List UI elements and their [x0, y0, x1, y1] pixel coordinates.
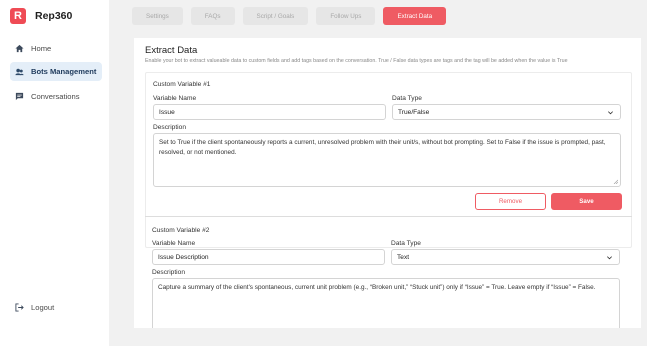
data-type-value: Text: [397, 253, 410, 261]
resize-handle-icon[interactable]: [613, 179, 618, 184]
data-type-label: Data Type: [391, 240, 421, 247]
tab-follow-ups[interactable]: Follow Ups: [316, 7, 376, 25]
tab-faqs[interactable]: FAQs: [190, 7, 235, 25]
save-button[interactable]: Save: [551, 193, 622, 210]
data-type-select[interactable]: True/False: [392, 104, 621, 120]
variable-heading: Custom Variable #2: [152, 227, 210, 234]
sidebar-item-label: Home: [31, 44, 52, 53]
app-logo[interactable]: R Rep360: [10, 8, 72, 24]
data-type-select[interactable]: Text: [391, 249, 620, 265]
logout-icon: [15, 303, 24, 312]
app-name: Rep360: [35, 10, 73, 22]
divider: [145, 216, 632, 217]
chat-icon: [15, 92, 24, 101]
page-title: Extract Data: [145, 45, 198, 56]
description-label: Description: [152, 269, 185, 276]
logout-label: Logout: [31, 303, 55, 312]
variable-name-label: Variable Name: [152, 240, 196, 247]
sidebar-item-bots-management[interactable]: Bots Management: [10, 62, 102, 81]
description-text: Set to True if the client spontaneously …: [159, 139, 606, 156]
tab-bar: Settings FAQs Script / Goals Follow Ups …: [132, 7, 447, 25]
logout-button[interactable]: Logout: [10, 298, 102, 317]
description-label: Description: [153, 124, 186, 131]
variable-heading: Custom Variable #1: [153, 81, 211, 88]
home-icon: [15, 44, 24, 53]
custom-variable-1: Custom Variable #1 Variable Name Issue D…: [145, 72, 632, 248]
variable-name-input[interactable]: Issue Description: [152, 249, 385, 265]
remove-button[interactable]: Remove: [475, 193, 546, 210]
chevron-down-icon: [608, 111, 613, 115]
bots-icon: [15, 68, 24, 76]
extract-data-card: Extract Data Enable your bot to extract …: [134, 38, 641, 328]
page-subtitle: Enable your bot to extract valueable dat…: [145, 58, 568, 64]
data-type-value: True/False: [398, 108, 430, 116]
main-content: Settings FAQs Script / Goals Follow Ups …: [109, 0, 647, 346]
description-text: Capture a summary of the client's sponta…: [158, 284, 596, 291]
sidebar-item-home[interactable]: Home: [10, 39, 102, 58]
description-textarea[interactable]: Capture a summary of the client's sponta…: [152, 278, 620, 328]
chevron-down-icon: [607, 256, 612, 260]
data-type-label: Data Type: [392, 95, 422, 102]
variable-name-label: Variable Name: [153, 95, 197, 102]
logo-mark: R: [10, 8, 26, 24]
sidebar-item-label: Bots Management: [31, 67, 97, 76]
tab-script-goals[interactable]: Script / Goals: [242, 7, 309, 25]
tab-extract-data[interactable]: Extract Data: [383, 7, 447, 25]
sidebar-item-label: Conversations: [31, 92, 80, 101]
variable-name-input[interactable]: Issue: [153, 104, 386, 120]
description-textarea[interactable]: Set to True if the client spontaneously …: [153, 133, 621, 187]
sidebar-item-conversations[interactable]: Conversations: [10, 87, 102, 106]
tab-settings[interactable]: Settings: [132, 7, 183, 25]
sidebar: R Rep360 Home Bots Management Conversati…: [0, 0, 109, 346]
